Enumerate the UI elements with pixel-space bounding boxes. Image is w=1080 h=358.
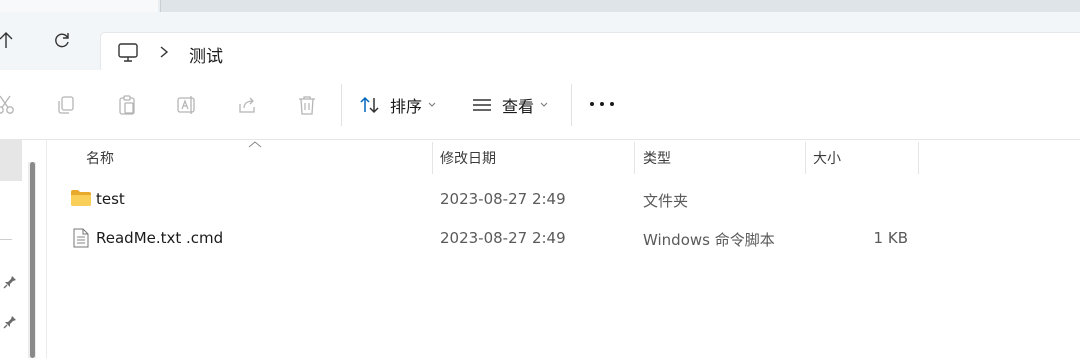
command-bar: 排序 查看	[0, 70, 1080, 140]
paste-button[interactable]	[114, 92, 140, 118]
file-type: 文件夹	[643, 192, 689, 210]
rename-button[interactable]	[174, 92, 200, 118]
file-modified: 2023-08-27 2:49	[440, 229, 566, 247]
delete-icon	[299, 96, 315, 115]
column-divider[interactable]	[805, 142, 806, 174]
view-list-icon	[473, 99, 491, 111]
tab-strip-area	[160, 0, 1080, 12]
delete-button[interactable]	[294, 92, 320, 118]
copy-button[interactable]	[53, 92, 79, 118]
this-pc-icon	[118, 43, 138, 62]
column-divider[interactable]	[634, 142, 635, 174]
copy-icon	[58, 96, 74, 114]
file-row[interactable]: test 2023-08-27 2:49 文件夹	[60, 180, 1080, 218]
current-tab[interactable]	[0, 0, 158, 12]
nav-item-selected[interactable]	[0, 140, 22, 181]
file-size: 1 KB	[873, 229, 908, 247]
file-name: test	[96, 190, 125, 208]
share-button[interactable]	[234, 92, 260, 118]
column-size[interactable]: 大小	[813, 148, 841, 168]
column-modified[interactable]: 修改日期	[440, 148, 496, 168]
cut-icon	[0, 95, 14, 114]
sort-icon	[360, 96, 379, 114]
view-label: 查看	[502, 97, 535, 116]
pin-icon[interactable]	[2, 314, 18, 330]
paste-icon	[119, 95, 135, 115]
sort-label: 排序	[390, 97, 423, 116]
pin-icon[interactable]	[2, 274, 18, 290]
nav-divider	[0, 239, 12, 240]
nav-scrollbar-thumb[interactable]	[30, 162, 35, 358]
up-arrow-icon	[0, 32, 13, 48]
view-button[interactable]: 查看	[472, 92, 548, 118]
more-options-button[interactable]	[590, 94, 614, 114]
tab-strip	[0, 0, 1080, 12]
up-button[interactable]	[0, 20, 26, 60]
navigation-bar: 测试	[0, 12, 1080, 73]
column-type[interactable]: 类型	[643, 148, 671, 168]
breadcrumb-current[interactable]: 测试	[189, 42, 223, 67]
column-name[interactable]: 名称	[86, 148, 114, 168]
column-divider[interactable]	[918, 142, 919, 174]
sort-ascending-icon	[248, 141, 262, 148]
file-type: Windows 命令脚本	[643, 231, 775, 249]
address-bar[interactable]: 测试	[100, 32, 1080, 73]
share-icon	[239, 97, 255, 113]
chevron-down-icon	[540, 102, 548, 107]
file-name: ReadMe.txt .cmd	[96, 229, 224, 247]
refresh-button[interactable]	[42, 20, 82, 60]
command-separator	[571, 84, 572, 126]
cut-button[interactable]	[0, 92, 18, 118]
folder-icon	[71, 190, 91, 206]
file-modified: 2023-08-27 2:49	[440, 190, 566, 208]
column-divider[interactable]	[432, 142, 433, 174]
sort-button[interactable]: 排序	[360, 92, 436, 118]
chevron-right-icon[interactable]	[159, 45, 169, 59]
navigation-pane	[0, 140, 47, 358]
text-file-icon	[73, 228, 89, 248]
more-horizontal-icon	[590, 102, 594, 106]
command-separator	[341, 84, 342, 126]
chevron-down-icon	[428, 102, 436, 107]
file-row[interactable]: ReadMe.txt .cmd 2023-08-27 2:49 Windows …	[60, 219, 1080, 257]
refresh-icon	[55, 33, 69, 48]
rename-icon	[177, 96, 195, 114]
